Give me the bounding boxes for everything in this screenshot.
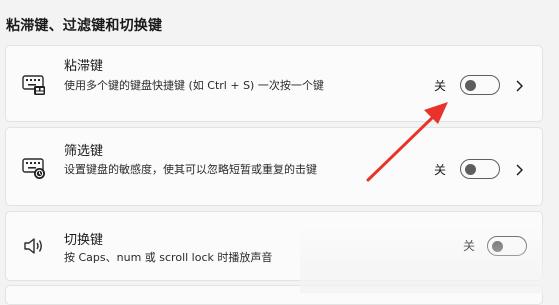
toggle-knob [465,163,476,175]
toggle-keys-description: 按 Caps、num 或 scroll lock 时播放声音 [64,251,273,264]
filter-keys-description: 设置键盘的敏感度，使其可以忽略短暂或重复的击键 [64,163,317,176]
section-title: 粘滞键、过滤键和切换键 [6,18,163,34]
toggle-keys-title: 切换键 [64,233,104,248]
filter-keys-title: 筛选键 [64,144,104,159]
filter-keys-state-label: 关 [434,163,447,177]
speaker-icon [21,233,47,259]
sticky-keys-toggle[interactable] [460,75,500,95]
filter-keys-keyboard-icon [21,154,47,180]
sticky-keys-state-label: 关 [434,79,447,93]
sticky-keys-description: 使用多个键的键盘快捷键 (如 Ctrl + S) 一次按一个键 [64,79,324,92]
filter-keys-row[interactable]: 筛选键 设置键盘的敏感度，使其可以忽略短暂或重复的击键 关 [5,127,543,206]
sticky-keys-row[interactable]: 粘滞键 使用多个键的键盘快捷键 (如 Ctrl + S) 一次按一个键 关 [5,45,543,122]
toggle-knob [465,79,476,91]
sticky-keys-title: 粘滞键 [64,59,104,74]
toggle-keys-row[interactable]: 切换键 按 Caps、num 或 scroll lock 时播放声音 关 [5,211,543,281]
toggle-keys-state-label: 关 [463,239,476,253]
chevron-right-icon[interactable] [514,162,526,176]
toggle-keys-toggle[interactable] [487,236,527,256]
chevron-right-icon[interactable] [514,78,526,92]
toggle-knob [492,240,503,252]
next-setting-row[interactable] [5,285,543,305]
sticky-keys-keyboard-icon [21,71,47,97]
filter-keys-toggle[interactable] [460,159,500,179]
